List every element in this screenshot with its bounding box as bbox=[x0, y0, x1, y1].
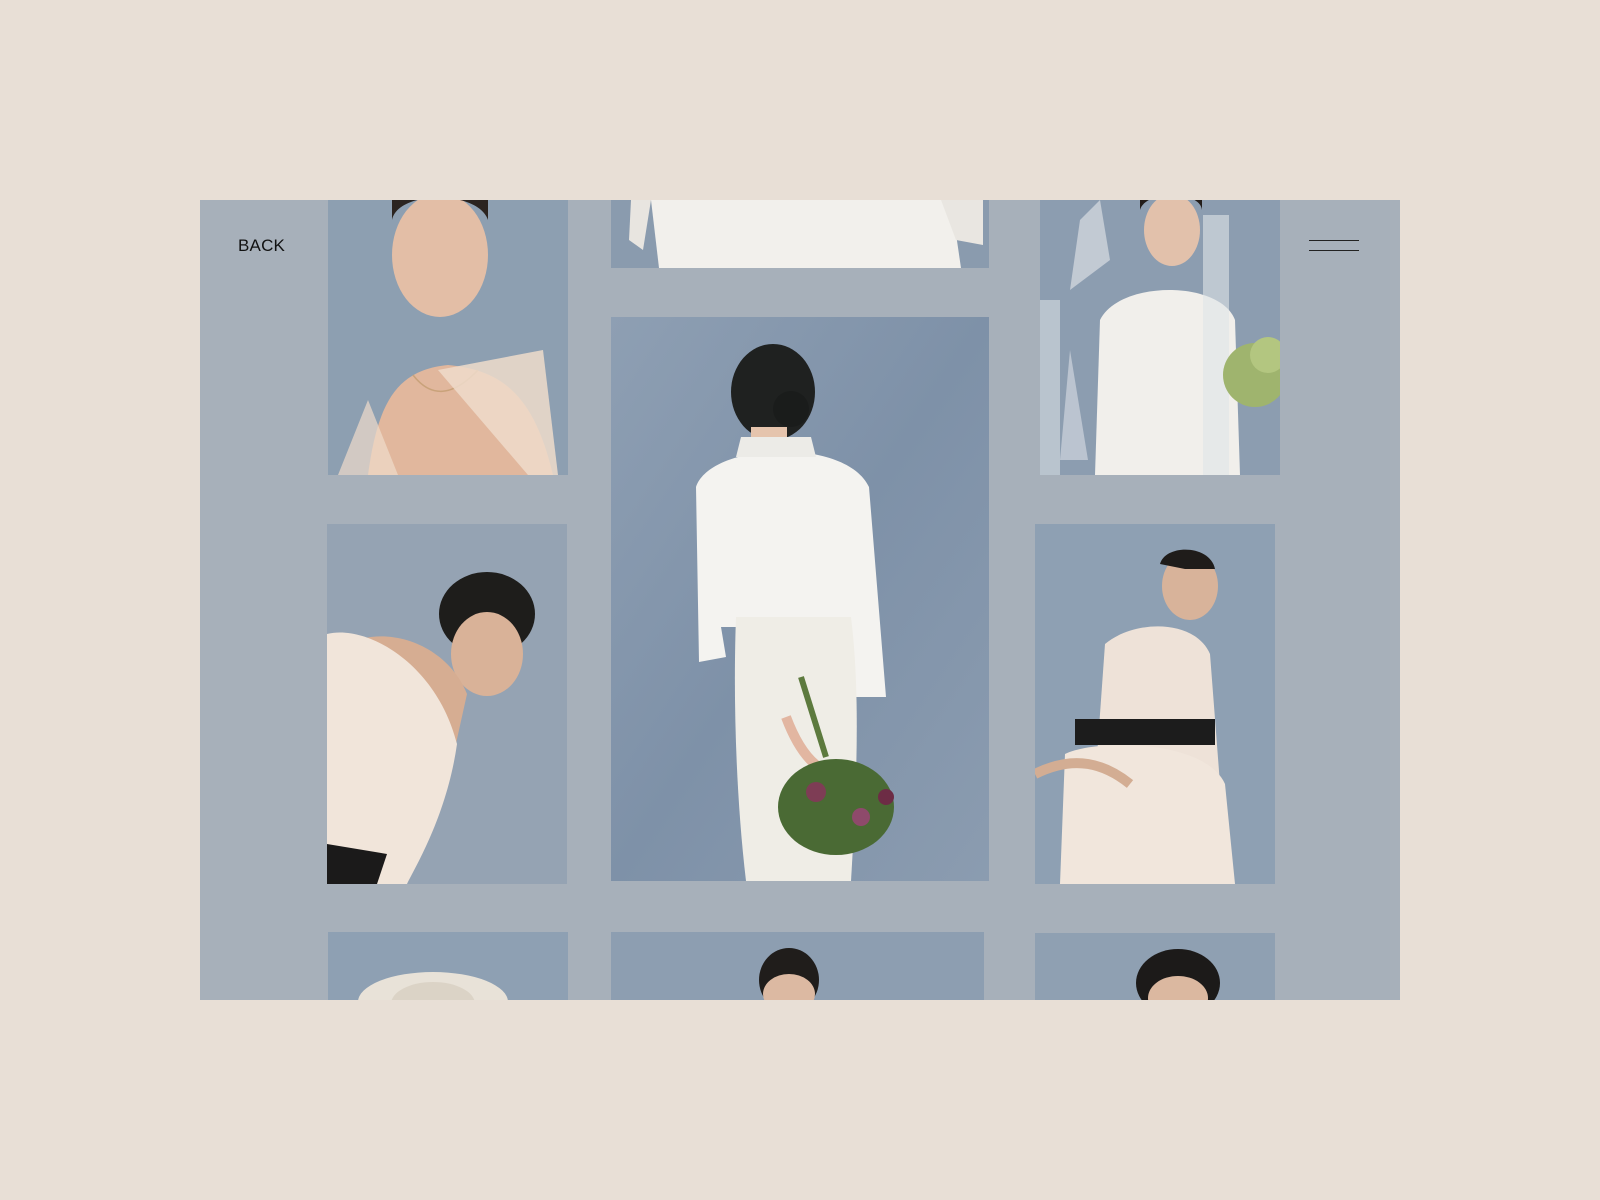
white-dress-crop-image bbox=[611, 200, 989, 268]
hat-portrait-image bbox=[328, 932, 568, 1000]
feather-dress-side-image bbox=[1035, 524, 1275, 884]
gallery-frame: BACK bbox=[200, 200, 1400, 1000]
white-shirt-back-image bbox=[611, 317, 989, 881]
gallery-photo[interactable] bbox=[611, 200, 989, 268]
gallery-photo[interactable] bbox=[611, 317, 989, 881]
gallery-photo[interactable] bbox=[1040, 200, 1280, 475]
gallery-photo[interactable] bbox=[327, 524, 567, 884]
front-portrait-center-image bbox=[611, 932, 984, 1000]
bride-with-veil-image bbox=[1040, 200, 1280, 475]
gallery-photo[interactable] bbox=[328, 932, 568, 1000]
gallery-photo[interactable] bbox=[1035, 524, 1275, 884]
hamburger-icon bbox=[1309, 240, 1359, 241]
back-link[interactable]: BACK bbox=[238, 236, 285, 256]
front-portrait-right-image bbox=[1035, 933, 1275, 1000]
gallery-photo[interactable] bbox=[611, 932, 984, 1000]
feather-top-bowing-image bbox=[327, 524, 567, 884]
gallery-photo[interactable] bbox=[328, 200, 568, 475]
gallery-photo[interactable] bbox=[1035, 933, 1275, 1000]
portrait-sequin-top-image bbox=[328, 200, 568, 475]
hamburger-menu-button[interactable] bbox=[1309, 238, 1361, 254]
